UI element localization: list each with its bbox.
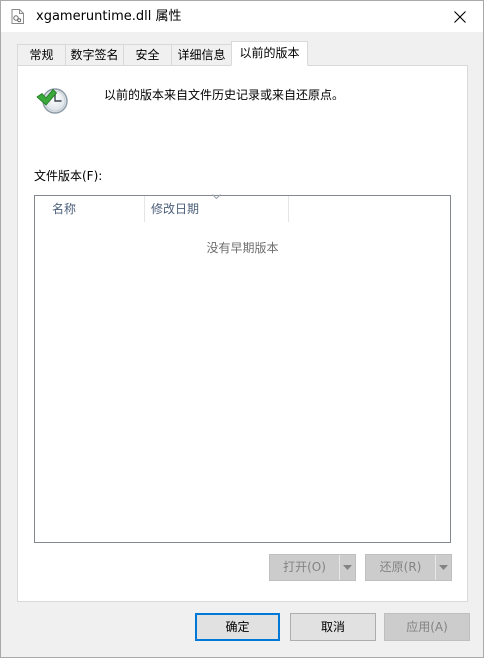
open-button-label: 打开(O) bbox=[270, 555, 340, 580]
file-versions-label: 文件版本(F): bbox=[34, 169, 103, 183]
previous-versions-panel: 以前的版本来自文件历史记录或来自还原点。 文件版本(F): 名称 修改日期 没有… bbox=[17, 65, 468, 602]
chevron-down-icon bbox=[438, 565, 448, 570]
tab-general[interactable]: 常规 bbox=[17, 44, 66, 65]
info-text: 以前的版本来自文件历史记录或来自还原点。 bbox=[104, 88, 345, 102]
restore-button-label: 还原(R) bbox=[366, 555, 436, 580]
tab-security[interactable]: 安全 bbox=[123, 44, 172, 65]
cancel-button[interactable]: 取消 bbox=[290, 613, 376, 641]
versions-list[interactable]: 名称 修改日期 没有早期版本 bbox=[34, 194, 451, 543]
window-title: xgameruntime.dll 属性 bbox=[36, 9, 182, 24]
tab-digital-signatures[interactable]: 数字签名 bbox=[65, 44, 124, 65]
chevron-down-icon bbox=[342, 565, 352, 570]
column-header-name[interactable]: 名称 bbox=[35, 196, 145, 222]
properties-dialog: xgameruntime.dll 属性 常规 数字签名 安全 详细信息 以前的版… bbox=[0, 0, 484, 658]
file-icon bbox=[11, 9, 24, 24]
restore-clock-icon bbox=[36, 88, 68, 114]
empty-list-message: 没有早期版本 bbox=[206, 241, 279, 255]
open-dropdown[interactable] bbox=[339, 555, 355, 580]
sort-chevron-icon bbox=[212, 194, 221, 200]
close-icon bbox=[454, 10, 466, 23]
restore-button[interactable]: 还原(R) bbox=[365, 554, 452, 581]
ok-button[interactable]: 确定 bbox=[195, 613, 280, 641]
title-bar: xgameruntime.dll 属性 bbox=[1, 1, 483, 32]
open-button[interactable]: 打开(O) bbox=[269, 554, 356, 581]
close-button[interactable] bbox=[437, 1, 483, 32]
tab-previous-versions[interactable]: 以前的版本 bbox=[231, 41, 308, 66]
restore-dropdown[interactable] bbox=[435, 555, 451, 580]
tab-details[interactable]: 详细信息 bbox=[171, 44, 232, 65]
apply-button[interactable]: 应用(A) bbox=[384, 613, 470, 641]
